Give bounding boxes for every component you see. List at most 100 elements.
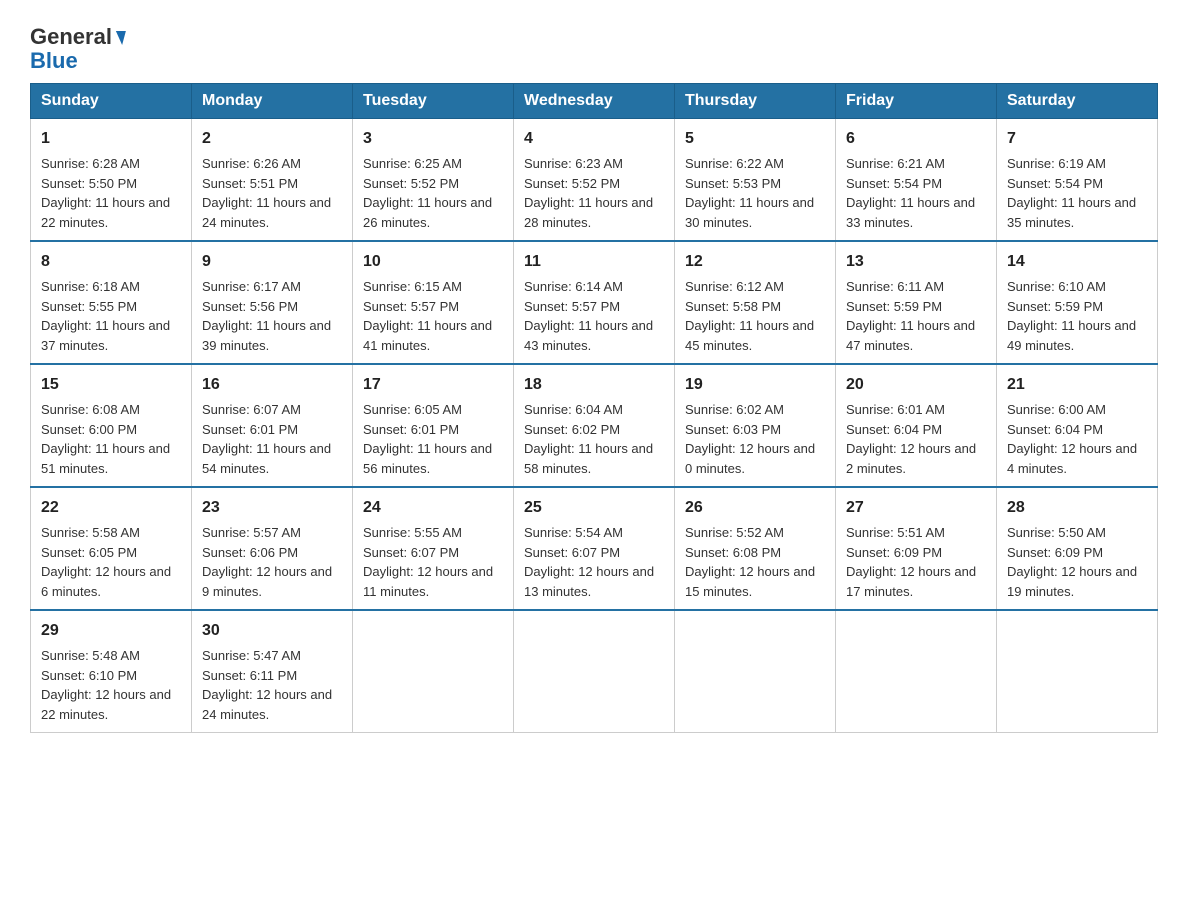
calendar-cell: 24 Sunrise: 5:55 AMSunset: 6:07 PMDayligh… [353,487,514,610]
day-info: Sunrise: 6:02 AMSunset: 6:03 PMDaylight:… [685,400,825,478]
day-number: 8 [41,250,181,274]
day-number: 18 [524,373,664,397]
day-info: Sunrise: 5:47 AMSunset: 6:11 PMDaylight:… [202,646,342,724]
day-number: 9 [202,250,342,274]
day-info: Sunrise: 6:04 AMSunset: 6:02 PMDaylight:… [524,400,664,478]
day-number: 20 [846,373,986,397]
header-friday: Friday [836,84,997,119]
calendar-cell: 25 Sunrise: 5:54 AMSunset: 6:07 PMDayligh… [514,487,675,610]
calendar-cell: 16Sunrise: 6:07 AMSunset: 6:01 PMDayligh… [192,364,353,487]
week-row-2: 8 Sunrise: 6:18 AMSunset: 5:55 PMDaylight… [31,241,1158,364]
calendar-cell [353,610,514,733]
header-sunday: Sunday [31,84,192,119]
calendar-cell: 9 Sunrise: 6:17 AMSunset: 5:56 PMDaylight… [192,241,353,364]
week-row-4: 22 Sunrise: 5:58 AMSunset: 6:05 PMDayligh… [31,487,1158,610]
calendar-cell [836,610,997,733]
day-number: 12 [685,250,825,274]
page-header: GeneralBlue [30,20,1158,73]
calendar-cell: 13Sunrise: 6:11 AMSunset: 5:59 PMDayligh… [836,241,997,364]
calendar-header-row: SundayMondayTuesdayWednesdayThursdayFrid… [31,84,1158,119]
logo-blue-text: Blue [30,48,78,73]
day-info: Sunrise: 5:51 AMSunset: 6:09 PMDaylight:… [846,523,986,601]
day-number: 2 [202,127,342,151]
calendar-cell [997,610,1158,733]
calendar-cell: 30 Sunrise: 5:47 AMSunset: 6:11 PMDayligh… [192,610,353,733]
day-number: 28 [1007,496,1147,520]
day-info: Sunrise: 6:12 AMSunset: 5:58 PMDaylight:… [685,277,825,355]
day-info: Sunrise: 6:22 AMSunset: 5:53 PMDaylight:… [685,154,825,232]
day-number: 21 [1007,373,1147,397]
day-info: Sunrise: 5:48 AMSunset: 6:10 PMDaylight:… [41,646,181,724]
calendar-cell: 6 Sunrise: 6:21 AMSunset: 5:54 PMDaylight… [836,119,997,242]
day-number: 16 [202,373,342,397]
day-info: Sunrise: 6:10 AMSunset: 5:59 PMDaylight:… [1007,277,1147,355]
header-monday: Monday [192,84,353,119]
day-info: Sunrise: 6:01 AMSunset: 6:04 PMDaylight:… [846,400,986,478]
day-info: Sunrise: 5:54 AMSunset: 6:07 PMDaylight:… [524,523,664,601]
header-wednesday: Wednesday [514,84,675,119]
calendar-table: SundayMondayTuesdayWednesdayThursdayFrid… [30,83,1158,733]
day-number: 14 [1007,250,1147,274]
day-info: Sunrise: 6:28 AMSunset: 5:50 PMDaylight:… [41,154,181,232]
calendar-cell: 27 Sunrise: 5:51 AMSunset: 6:09 PMDayligh… [836,487,997,610]
calendar-cell: 22 Sunrise: 5:58 AMSunset: 6:05 PMDayligh… [31,487,192,610]
calendar-cell: 7Sunrise: 6:19 AMSunset: 5:54 PMDaylight… [997,119,1158,242]
day-number: 30 [202,619,342,643]
day-number: 25 [524,496,664,520]
day-info: Sunrise: 6:05 AMSunset: 6:01 PMDaylight:… [363,400,503,478]
calendar-cell: 14 Sunrise: 6:10 AMSunset: 5:59 PMDayligh… [997,241,1158,364]
day-info: Sunrise: 5:55 AMSunset: 6:07 PMDaylight:… [363,523,503,601]
day-number: 22 [41,496,181,520]
header-saturday: Saturday [997,84,1158,119]
logo-text: GeneralBlue [30,25,124,73]
day-number: 15 [41,373,181,397]
day-number: 6 [846,127,986,151]
day-info: Sunrise: 6:25 AMSunset: 5:52 PMDaylight:… [363,154,503,232]
header-thursday: Thursday [675,84,836,119]
calendar-cell: 21 Sunrise: 6:00 AMSunset: 6:04 PMDayligh… [997,364,1158,487]
day-number: 27 [846,496,986,520]
day-number: 5 [685,127,825,151]
calendar-cell: 1 Sunrise: 6:28 AMSunset: 5:50 PMDaylight… [31,119,192,242]
day-info: Sunrise: 5:58 AMSunset: 6:05 PMDaylight:… [41,523,181,601]
header-tuesday: Tuesday [353,84,514,119]
day-number: 24 [363,496,503,520]
day-info: Sunrise: 6:23 AMSunset: 5:52 PMDaylight:… [524,154,664,232]
day-info: Sunrise: 5:52 AMSunset: 6:08 PMDaylight:… [685,523,825,601]
calendar-cell: 12 Sunrise: 6:12 AMSunset: 5:58 PMDayligh… [675,241,836,364]
day-number: 4 [524,127,664,151]
calendar-cell: 28 Sunrise: 5:50 AMSunset: 6:09 PMDayligh… [997,487,1158,610]
day-info: Sunrise: 6:00 AMSunset: 6:04 PMDaylight:… [1007,400,1147,478]
day-info: Sunrise: 6:18 AMSunset: 5:55 PMDaylight:… [41,277,181,355]
day-info: Sunrise: 6:21 AMSunset: 5:54 PMDaylight:… [846,154,986,232]
day-info: Sunrise: 5:50 AMSunset: 6:09 PMDaylight:… [1007,523,1147,601]
week-row-5: 29 Sunrise: 5:48 AMSunset: 6:10 PMDayligh… [31,610,1158,733]
day-info: Sunrise: 5:57 AMSunset: 6:06 PMDaylight:… [202,523,342,601]
logo: GeneralBlue [30,20,124,73]
day-info: Sunrise: 6:17 AMSunset: 5:56 PMDaylight:… [202,277,342,355]
day-number: 29 [41,619,181,643]
calendar-cell: 18 Sunrise: 6:04 AMSunset: 6:02 PMDayligh… [514,364,675,487]
day-number: 23 [202,496,342,520]
calendar-cell: 19Sunrise: 6:02 AMSunset: 6:03 PMDayligh… [675,364,836,487]
day-info: Sunrise: 6:08 AMSunset: 6:00 PMDaylight:… [41,400,181,478]
calendar-cell [675,610,836,733]
calendar-cell: 2Sunrise: 6:26 AMSunset: 5:51 PMDaylight… [192,119,353,242]
calendar-cell: 15 Sunrise: 6:08 AMSunset: 6:00 PMDayligh… [31,364,192,487]
day-number: 11 [524,250,664,274]
calendar-cell: 17 Sunrise: 6:05 AMSunset: 6:01 PMDayligh… [353,364,514,487]
day-number: 1 [41,127,181,151]
calendar-cell: 26 Sunrise: 5:52 AMSunset: 6:08 PMDayligh… [675,487,836,610]
calendar-cell: 4 Sunrise: 6:23 AMSunset: 5:52 PMDaylight… [514,119,675,242]
calendar-cell: 5 Sunrise: 6:22 AMSunset: 5:53 PMDaylight… [675,119,836,242]
day-number: 17 [363,373,503,397]
day-info: Sunrise: 6:15 AMSunset: 5:57 PMDaylight:… [363,277,503,355]
calendar-cell: 3 Sunrise: 6:25 AMSunset: 5:52 PMDaylight… [353,119,514,242]
day-number: 13 [846,250,986,274]
calendar-cell: 20 Sunrise: 6:01 AMSunset: 6:04 PMDayligh… [836,364,997,487]
day-number: 26 [685,496,825,520]
calendar-cell [514,610,675,733]
day-info: Sunrise: 6:14 AMSunset: 5:57 PMDaylight:… [524,277,664,355]
calendar-cell: 10Sunrise: 6:15 AMSunset: 5:57 PMDayligh… [353,241,514,364]
day-number: 3 [363,127,503,151]
